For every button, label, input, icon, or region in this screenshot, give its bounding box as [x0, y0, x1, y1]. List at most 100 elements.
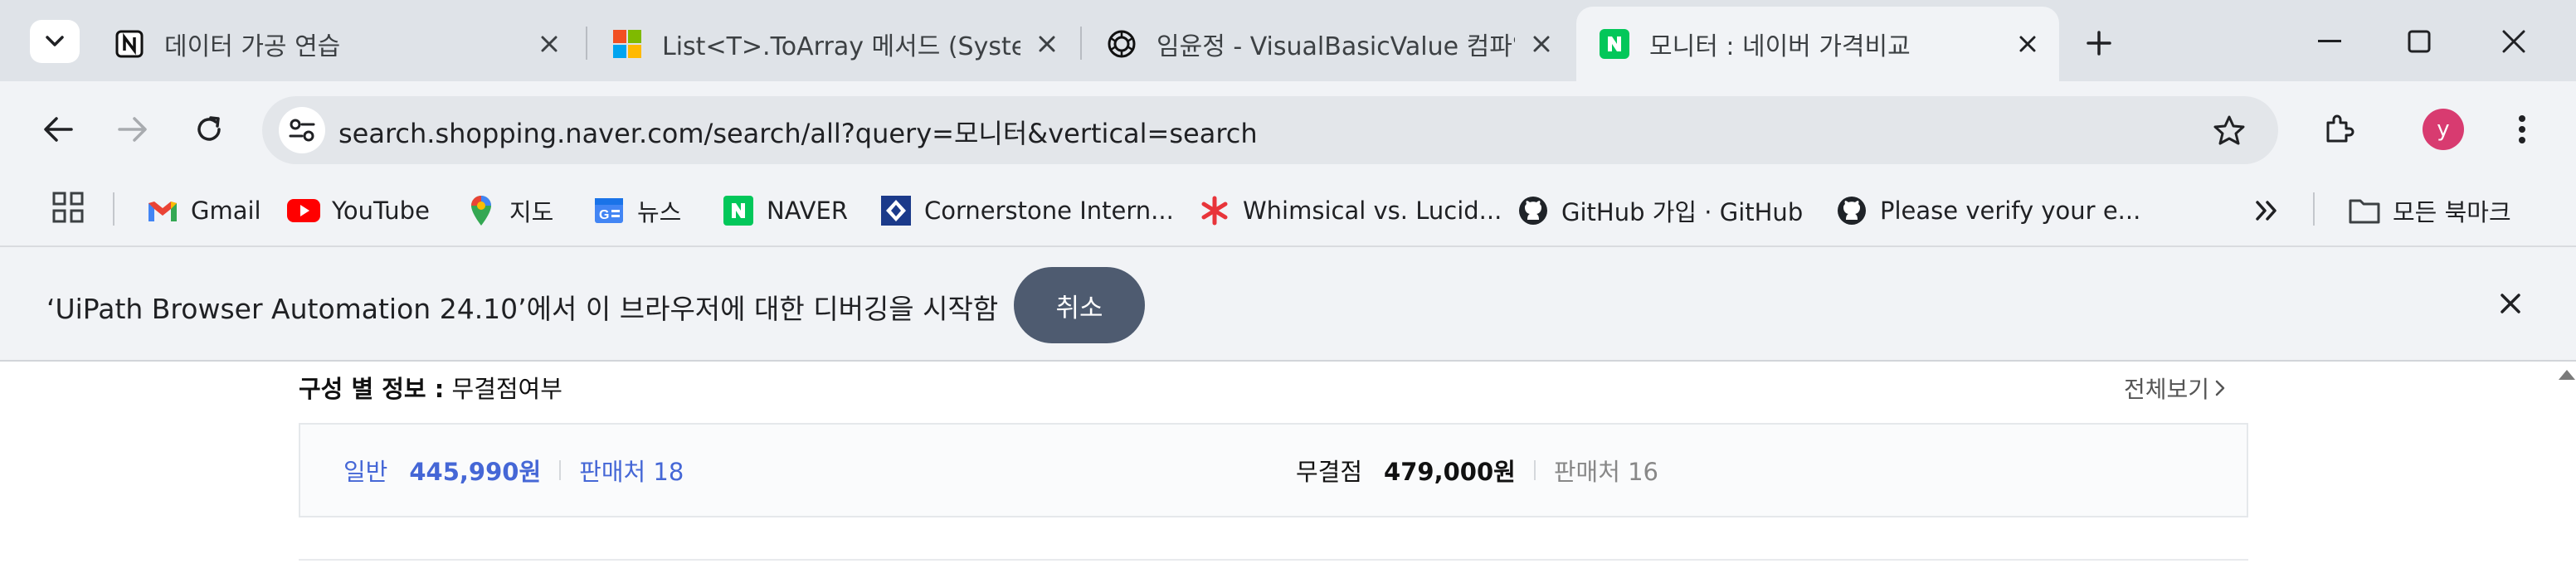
infobar-close-button[interactable]: [2492, 285, 2529, 322]
bookmark-label: Please verify your e...: [1880, 197, 2141, 225]
option-price: 445,990원: [409, 458, 542, 486]
bookmark-label: Gmail: [191, 197, 261, 225]
bookmark-whimsical[interactable]: Whimsical vs. Lucid...: [1198, 189, 1502, 232]
see-all-label: 전체보기: [2124, 376, 2210, 403]
star-icon: [2213, 115, 2245, 145]
tab-naver-shopping[interactable]: 모니터 : 네이버 가격비교: [1576, 7, 2059, 81]
close-window-button[interactable]: [2489, 18, 2539, 65]
bookmark-naver[interactable]: NAVER: [722, 189, 848, 232]
chevron-right-icon: [2215, 380, 2225, 396]
see-all-link[interactable]: 전체보기: [2124, 372, 2226, 405]
tab-microsoft-docs[interactable]: List<T>.ToArray 메서드 (System.Collections.…: [589, 12, 1079, 76]
apps-grid-icon: [52, 192, 84, 223]
tab-close-button[interactable]: [2011, 27, 2044, 61]
scroll-up-arrow-icon[interactable]: [2559, 370, 2575, 380]
youtube-icon: [287, 194, 320, 227]
bookmark-label: Cornerstone Intern...: [924, 197, 1174, 225]
maps-pin-icon: [465, 194, 498, 227]
tab-close-button[interactable]: [533, 27, 566, 61]
arrow-left-icon: [44, 117, 73, 142]
back-button[interactable]: [35, 106, 81, 153]
debugging-infobar: ‘UiPath Browser Automation 24.10’에서 이 브라…: [0, 247, 2576, 362]
option-label: 일반: [343, 458, 388, 486]
maximize-button[interactable]: [2394, 18, 2444, 65]
infobar-message: ‘UiPath Browser Automation 24.10’에서 이 브라…: [46, 293, 999, 325]
section-title-bold: 구성 별 정보 :: [299, 375, 445, 403]
bookmark-label: 지도: [509, 198, 554, 226]
arrow-right-icon: [118, 117, 147, 142]
tab-title: 데이터 가공 연습: [164, 32, 341, 61]
option-flawless[interactable]: 무결점 479,000원 판매처 16: [1296, 453, 1658, 488]
option-separator: [559, 460, 562, 480]
tune-icon: [289, 119, 315, 142]
bookmark-maps[interactable]: 지도: [465, 189, 553, 232]
bookmark-divider: [113, 192, 114, 226]
chevron-down-icon: [46, 36, 64, 46]
extensions-button[interactable]: [2315, 106, 2361, 153]
microsoft-icon: [612, 29, 642, 59]
tab-close-button[interactable]: [1525, 27, 1558, 61]
svg-text:G: G: [599, 208, 609, 222]
profile-avatar[interactable]: y: [2423, 109, 2464, 150]
option-seller-count: 판매처 18: [579, 458, 684, 486]
tab-strip: 데이터 가공 연습 List<T>.ToArray 메서드 (System.Co…: [0, 0, 2576, 81]
gmail-icon: [146, 194, 179, 227]
bookmark-label: GitHub 가입 · GitHub: [1561, 198, 1804, 226]
apps-button[interactable]: [51, 191, 85, 224]
scrollbar[interactable]: [2555, 362, 2576, 578]
option-label: 무결점: [1296, 458, 1363, 486]
bookmark-github-verify[interactable]: Please verify your e...: [1835, 189, 2140, 232]
minimize-button[interactable]: [2305, 18, 2354, 65]
browser-menu-button[interactable]: [2499, 106, 2545, 153]
naver-icon: [722, 194, 755, 227]
bookmark-star-button[interactable]: [2212, 113, 2247, 148]
tab-search-button[interactable]: [30, 20, 80, 63]
double-chevron-right-icon: [2256, 201, 2277, 221]
page-content: 구성 별 정보 : 무결점여부 전체보기 일반 445,990원 판매처 18 …: [0, 362, 2576, 578]
github-icon: [1517, 194, 1550, 227]
bookmark-github-signup[interactable]: GitHub 가입 · GitHub: [1517, 189, 1803, 232]
address-bar[interactable]: search.shopping.naver.com/search/all?que…: [262, 96, 2278, 164]
browser-toolbar: search.shopping.naver.com/search/all?que…: [0, 81, 2576, 174]
url-text[interactable]: search.shopping.naver.com/search/all?que…: [338, 113, 1258, 151]
bookmark-youtube[interactable]: YouTube: [287, 189, 430, 232]
all-bookmarks-button[interactable]: 모든 북마크: [2348, 189, 2511, 232]
option-general[interactable]: 일반 445,990원 판매처 18: [343, 453, 684, 488]
notion-icon: [114, 29, 144, 59]
bookmark-cornerstone[interactable]: Cornerstone Intern...: [879, 189, 1174, 232]
news-icon: G: [592, 194, 626, 227]
more-vert-icon: [2519, 115, 2525, 143]
github-icon: [1835, 194, 1868, 227]
cancel-debugging-button[interactable]: 취소: [1014, 267, 1145, 343]
bookmark-label: 뉴스: [637, 198, 682, 226]
tab-notion[interactable]: 데이터 가공 연습: [91, 12, 581, 76]
tab-title: List<T>.ToArray 메서드 (System.Collections.…: [662, 32, 1020, 61]
bookmark-news[interactable]: G 뉴스: [592, 189, 681, 232]
more-bookmarks-button[interactable]: [2250, 192, 2283, 229]
new-tab-button[interactable]: [2077, 22, 2121, 65]
site-info-button[interactable]: [279, 107, 325, 153]
tab-title: 임윤정 - VisualBasicValue 컴파일: [1157, 32, 1515, 61]
option-seller-count: 판매처 16: [1553, 458, 1658, 486]
option-separator: [1533, 460, 1536, 480]
tab-separator: [1080, 27, 1082, 60]
bookmark-label: Whimsical vs. Lucid...: [1243, 197, 1502, 225]
tab-chatgpt[interactable]: 임윤정 - VisualBasicValue 컴파일: [1083, 12, 1573, 76]
section-divider: [299, 559, 2248, 561]
bookmark-label: YouTube: [332, 197, 430, 225]
folder-icon: [2348, 194, 2381, 227]
section-title-value: 무결점여부: [444, 375, 562, 403]
plus-icon: [2087, 31, 2111, 56]
bookmark-gmail[interactable]: Gmail: [146, 189, 261, 232]
reload-icon: [197, 116, 221, 141]
close-icon: [2019, 36, 2036, 52]
close-icon: [1533, 36, 1550, 52]
puzzle-icon: [2326, 114, 2354, 143]
tab-title: 모니터 : 네이버 가격비교: [1649, 32, 1911, 61]
option-price: 479,000원: [1384, 458, 1516, 486]
reload-button[interactable]: [186, 106, 232, 153]
option-price-box: 일반 445,990원 판매처 18 무결점 479,000원 판매처 16: [299, 423, 2248, 517]
forward-button[interactable]: [110, 106, 156, 153]
tab-close-button[interactable]: [1030, 27, 1064, 61]
openai-icon: [1107, 29, 1137, 59]
